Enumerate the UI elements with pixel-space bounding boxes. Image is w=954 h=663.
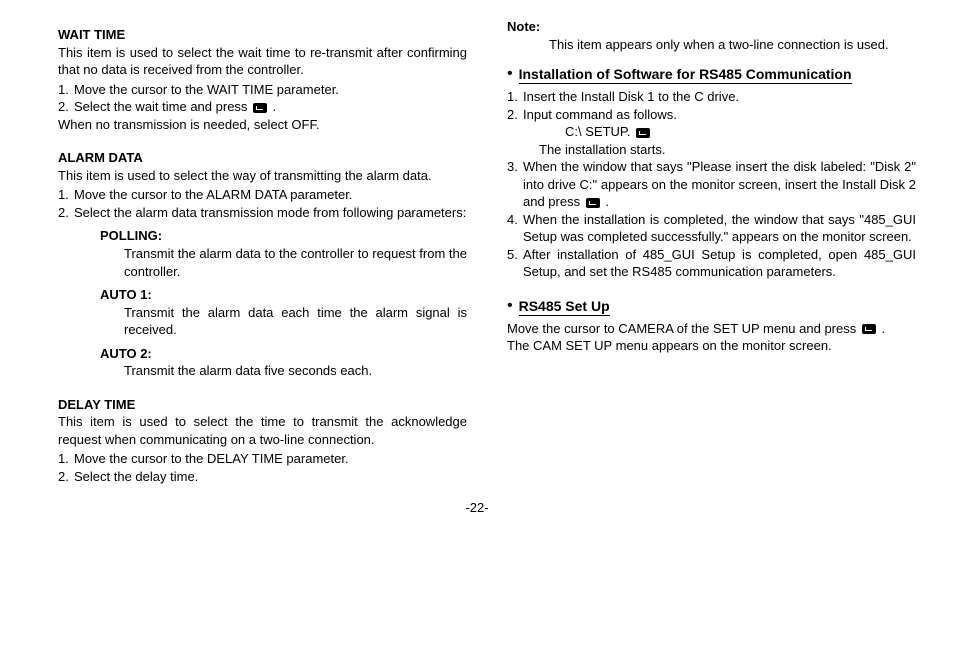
auto2-block: AUTO 2: Transmit the alarm data five sec… — [58, 345, 467, 380]
alarm-step-2-text: Select the alarm data transmission mode … — [74, 205, 466, 220]
install-heading: Installation of Software for RS485 Commu… — [519, 65, 852, 84]
page-number: -22- — [0, 500, 954, 515]
delay-step-2-text: Select the delay time. — [74, 469, 198, 484]
setup-p1: Move the cursor to CAMERA of the SET UP … — [507, 320, 916, 338]
wait-step-2-text-b: . — [269, 99, 276, 114]
note-heading: Note: — [507, 18, 916, 36]
install-step-1: 1.Insert the Install Disk 1 to the C dri… — [507, 88, 916, 106]
setup-heading-row: • RS485 Set Up — [507, 297, 916, 316]
wait-step-1: 1.Move the cursor to the WAIT TIME param… — [58, 81, 467, 99]
auto2-desc: Transmit the alarm data five seconds eac… — [100, 362, 467, 380]
wait-time-desc: This item is used to select the wait tim… — [58, 44, 467, 79]
setup-heading: RS485 Set Up — [519, 297, 610, 316]
enter-key-icon — [586, 198, 600, 208]
polling-title: POLLING: — [100, 227, 467, 245]
alarm-data-heading: ALARM DATA — [58, 149, 467, 167]
bullet-icon: • — [507, 297, 519, 314]
wait-step-2-text-a: Select the wait time and press — [74, 99, 251, 114]
install-heading-row: • Installation of Software for RS485 Com… — [507, 65, 916, 84]
install-step-5: 5.After installation of 485_GUI Setup is… — [507, 246, 916, 281]
bullet-icon: • — [507, 65, 519, 82]
install-step-3-text-b: . — [602, 194, 609, 209]
install-step-3: 3.When the window that says "Please inse… — [507, 158, 916, 211]
install-step-2b: The installation starts. — [507, 141, 916, 159]
install-step-1-text: Insert the Install Disk 1 to the C drive… — [523, 89, 739, 104]
enter-key-icon — [636, 128, 650, 138]
auto1-title: AUTO 1: — [100, 286, 467, 304]
alarm-desc: This item is used to select the way of t… — [58, 167, 467, 185]
delay-step-2: 2.Select the delay time. — [58, 468, 467, 486]
polling-block: POLLING: Transmit the alarm data to the … — [58, 227, 467, 280]
wait-note: When no transmission is needed, select O… — [58, 116, 467, 134]
delay-step-1: 1.Move the cursor to the DELAY TIME para… — [58, 450, 467, 468]
delay-step-1-text: Move the cursor to the DELAY TIME parame… — [74, 451, 349, 466]
polling-desc: Transmit the alarm data to the controlle… — [100, 245, 467, 280]
right-column: Note: This item appears only when a two-… — [507, 18, 916, 486]
setup-p1-a: Move the cursor to CAMERA of the SET UP … — [507, 321, 860, 336]
left-column: WAIT TIME This item is used to select th… — [58, 18, 467, 486]
enter-key-icon — [253, 103, 267, 113]
install-step-4-text: When the installation is completed, the … — [523, 212, 916, 245]
install-step-4: 4.When the installation is completed, th… — [507, 211, 916, 246]
auto1-block: AUTO 1: Transmit the alarm data each tim… — [58, 286, 467, 339]
setup-p2: The CAM SET UP menu appears on the monit… — [507, 337, 916, 355]
setup-p1-b: . — [878, 321, 885, 336]
note-text: This item appears only when a two-line c… — [507, 36, 916, 54]
install-cmd-line: C:\ SETUP. — [507, 123, 916, 141]
wait-step-2: 2.Select the wait time and press . — [58, 98, 467, 116]
install-step-5-text: After installation of 485_GUI Setup is c… — [523, 247, 916, 280]
auto2-title: AUTO 2: — [100, 345, 467, 363]
auto1-desc: Transmit the alarm data each time the al… — [100, 304, 467, 339]
install-step-2: 2.Input command as follows. — [507, 106, 916, 124]
wait-step-1-text: Move the cursor to the WAIT TIME paramet… — [74, 82, 339, 97]
delay-desc: This item is used to select the time to … — [58, 413, 467, 448]
alarm-step-1-text: Move the cursor to the ALARM DATA parame… — [74, 187, 352, 202]
page: WAIT TIME This item is used to select th… — [0, 0, 954, 494]
enter-key-icon — [862, 324, 876, 334]
install-step-2-text: Input command as follows. — [523, 107, 677, 122]
wait-time-heading: WAIT TIME — [58, 26, 467, 44]
alarm-step-1: 1.Move the cursor to the ALARM DATA para… — [58, 186, 467, 204]
install-cmd: C:\ SETUP. — [565, 124, 634, 139]
delay-time-heading: DELAY TIME — [58, 396, 467, 414]
install-step-3-text-a: When the window that says "Please insert… — [523, 159, 916, 209]
alarm-step-2: 2.Select the alarm data transmission mod… — [58, 204, 467, 222]
